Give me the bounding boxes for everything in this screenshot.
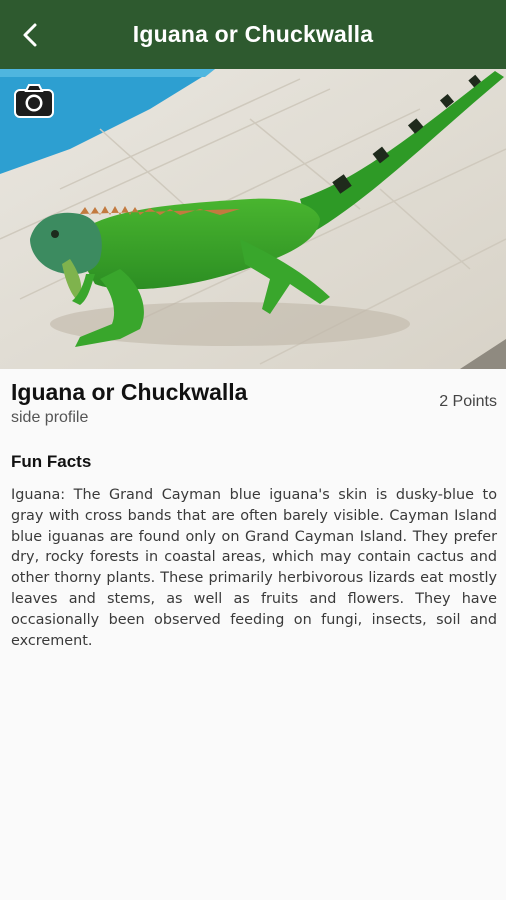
species-subtitle: side profile — [11, 409, 89, 426]
points-value: 2 Points — [439, 393, 497, 410]
camera-button[interactable] — [12, 82, 56, 120]
page-title: Iguana or Chuckwalla — [132, 21, 374, 47]
arrow-back-icon — [23, 23, 37, 47]
species-name: Iguana or Chuckwalla — [11, 379, 248, 405]
camera-icon — [14, 84, 54, 118]
species-info: Iguana or Chuckwalla side profile 2 Poin… — [11, 379, 497, 426]
fun-facts-text: Iguana: The Grand Cayman blue iguana's s… — [11, 487, 497, 649]
app-bar: Iguana or Chuckwalla — [0, 0, 506, 69]
back-button[interactable] — [14, 18, 48, 52]
species-photo — [0, 69, 506, 369]
fun-facts-heading: Fun Facts — [11, 452, 92, 471]
iguana-photo — [0, 69, 506, 369]
